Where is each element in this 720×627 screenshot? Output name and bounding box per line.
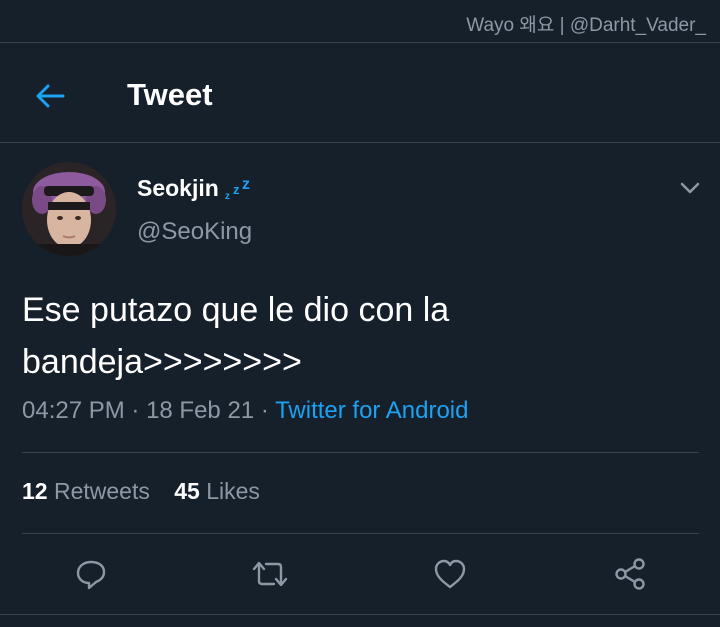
meta-separator: · (124, 397, 147, 424)
stats-divider (22, 533, 699, 534)
chevron-down-icon (680, 182, 700, 194)
arrow-left-icon (36, 84, 65, 108)
back-button[interactable] (30, 76, 70, 116)
retweets-count: 12 (22, 478, 48, 504)
meta-divider (22, 452, 699, 453)
svg-text:z: z (225, 191, 230, 201)
author-handle[interactable]: @SeoKing (137, 218, 252, 246)
top-divider (0, 42, 720, 43)
reply-button[interactable] (71, 554, 111, 594)
reply-icon (76, 560, 106, 590)
share-icon (615, 558, 645, 590)
like-icon (434, 559, 466, 589)
retweet-button[interactable] (250, 554, 290, 594)
tweet-text: Ese putazo que le dio con la bandeja>>>>… (22, 291, 450, 381)
header-divider (0, 142, 720, 143)
tweet-stats: 12 Retweets 45 Likes (22, 478, 260, 505)
zzz-icon: z z z (225, 176, 255, 202)
retweets-label: Retweets (53, 478, 150, 504)
likes-count: 45 (174, 478, 200, 504)
author-display-name: Seokjin (137, 175, 219, 201)
meta-separator: · (254, 397, 276, 424)
avatar-image (22, 162, 116, 256)
retweet-icon (252, 561, 288, 587)
tweet-date: 18 Feb 21 (146, 397, 255, 424)
share-button[interactable] (610, 554, 650, 594)
retweets-stat[interactable]: 12 Retweets (22, 478, 150, 505)
tweet-source-link[interactable]: Twitter for Android (275, 397, 468, 424)
watermark: Wayo 왜요 | @Darht_Vader_ (466, 15, 706, 36)
author-display-name-row[interactable]: Seokjin z z z (137, 175, 255, 202)
like-button[interactable] (430, 554, 470, 594)
avatar[interactable] (22, 162, 116, 256)
bottom-divider (0, 614, 720, 615)
likes-stat[interactable]: 45 Likes (174, 478, 260, 505)
likes-label: Likes (206, 478, 260, 504)
tweet-meta: 04:27 PM · 18 Feb 21 · Twitter for Andro… (22, 397, 468, 425)
svg-text:z: z (242, 177, 250, 193)
tweet-time: 04:27 PM (22, 397, 125, 424)
page-title: Tweet (127, 77, 213, 112)
svg-text:z: z (233, 182, 240, 197)
more-options-button[interactable] (678, 176, 702, 200)
